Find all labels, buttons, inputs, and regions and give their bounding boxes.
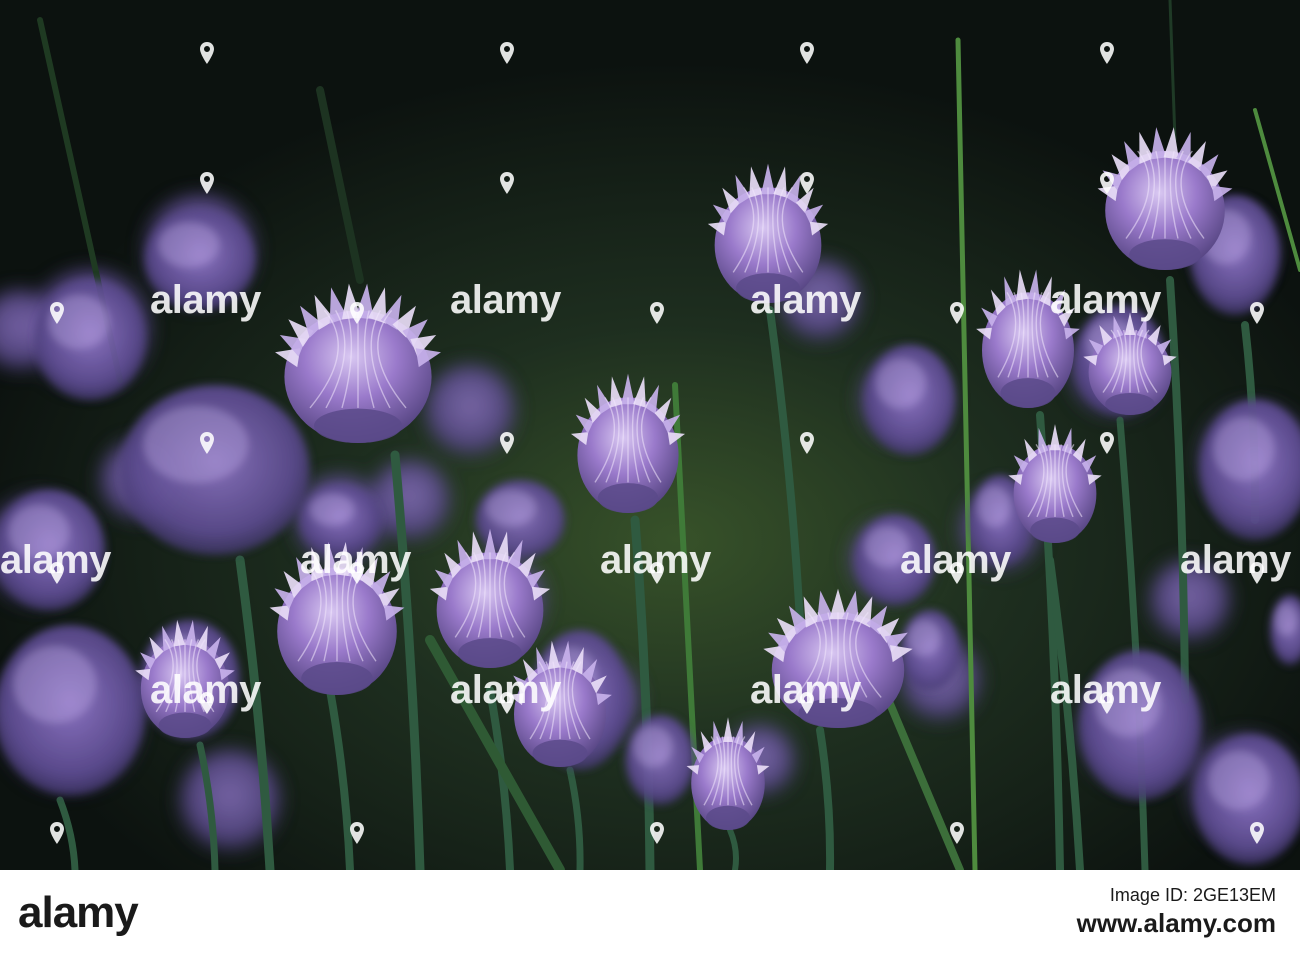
flower-highlight: [1213, 417, 1275, 481]
photo-canvas: [0, 0, 1300, 870]
flower-highlight: [1275, 603, 1297, 636]
flower-highlight: [907, 620, 941, 656]
flower-highlight: [158, 222, 220, 268]
flower-highlight: [13, 646, 97, 723]
flower-highlight: [48, 295, 110, 349]
flower-highlight: [143, 406, 249, 483]
flower-highlight: [865, 526, 909, 567]
stock-image-frame: alamy alamy alamy alamy alamy alamy alamy alamy…: [0, 0, 1300, 960]
flower-highlight: [1095, 668, 1161, 737]
flower-highlight: [310, 493, 354, 526]
flower-highlight: [8, 505, 70, 559]
flower-highlight: [876, 358, 926, 409]
site-link[interactable]: www.alamy.com: [1077, 907, 1276, 940]
flower-highlight: [1208, 751, 1270, 810]
image-id: Image ID: 2GE13EM: [1109, 885, 1276, 905]
alamy-logo[interactable]: alamy: [18, 888, 139, 938]
flower-highlight: [977, 486, 1011, 527]
flower-highlight: [486, 490, 536, 526]
image-meta: Image ID: 2GE13EM www.alamy.com: [1077, 884, 1276, 939]
chive-flowers-photo: [0, 0, 1300, 870]
footer-bar: alamy Image ID: 2GE13EM www.alamy.com: [0, 870, 1300, 960]
blurred-flower: [1150, 560, 1230, 640]
flower-highlight: [633, 726, 673, 767]
blurred-flower: [425, 365, 515, 455]
